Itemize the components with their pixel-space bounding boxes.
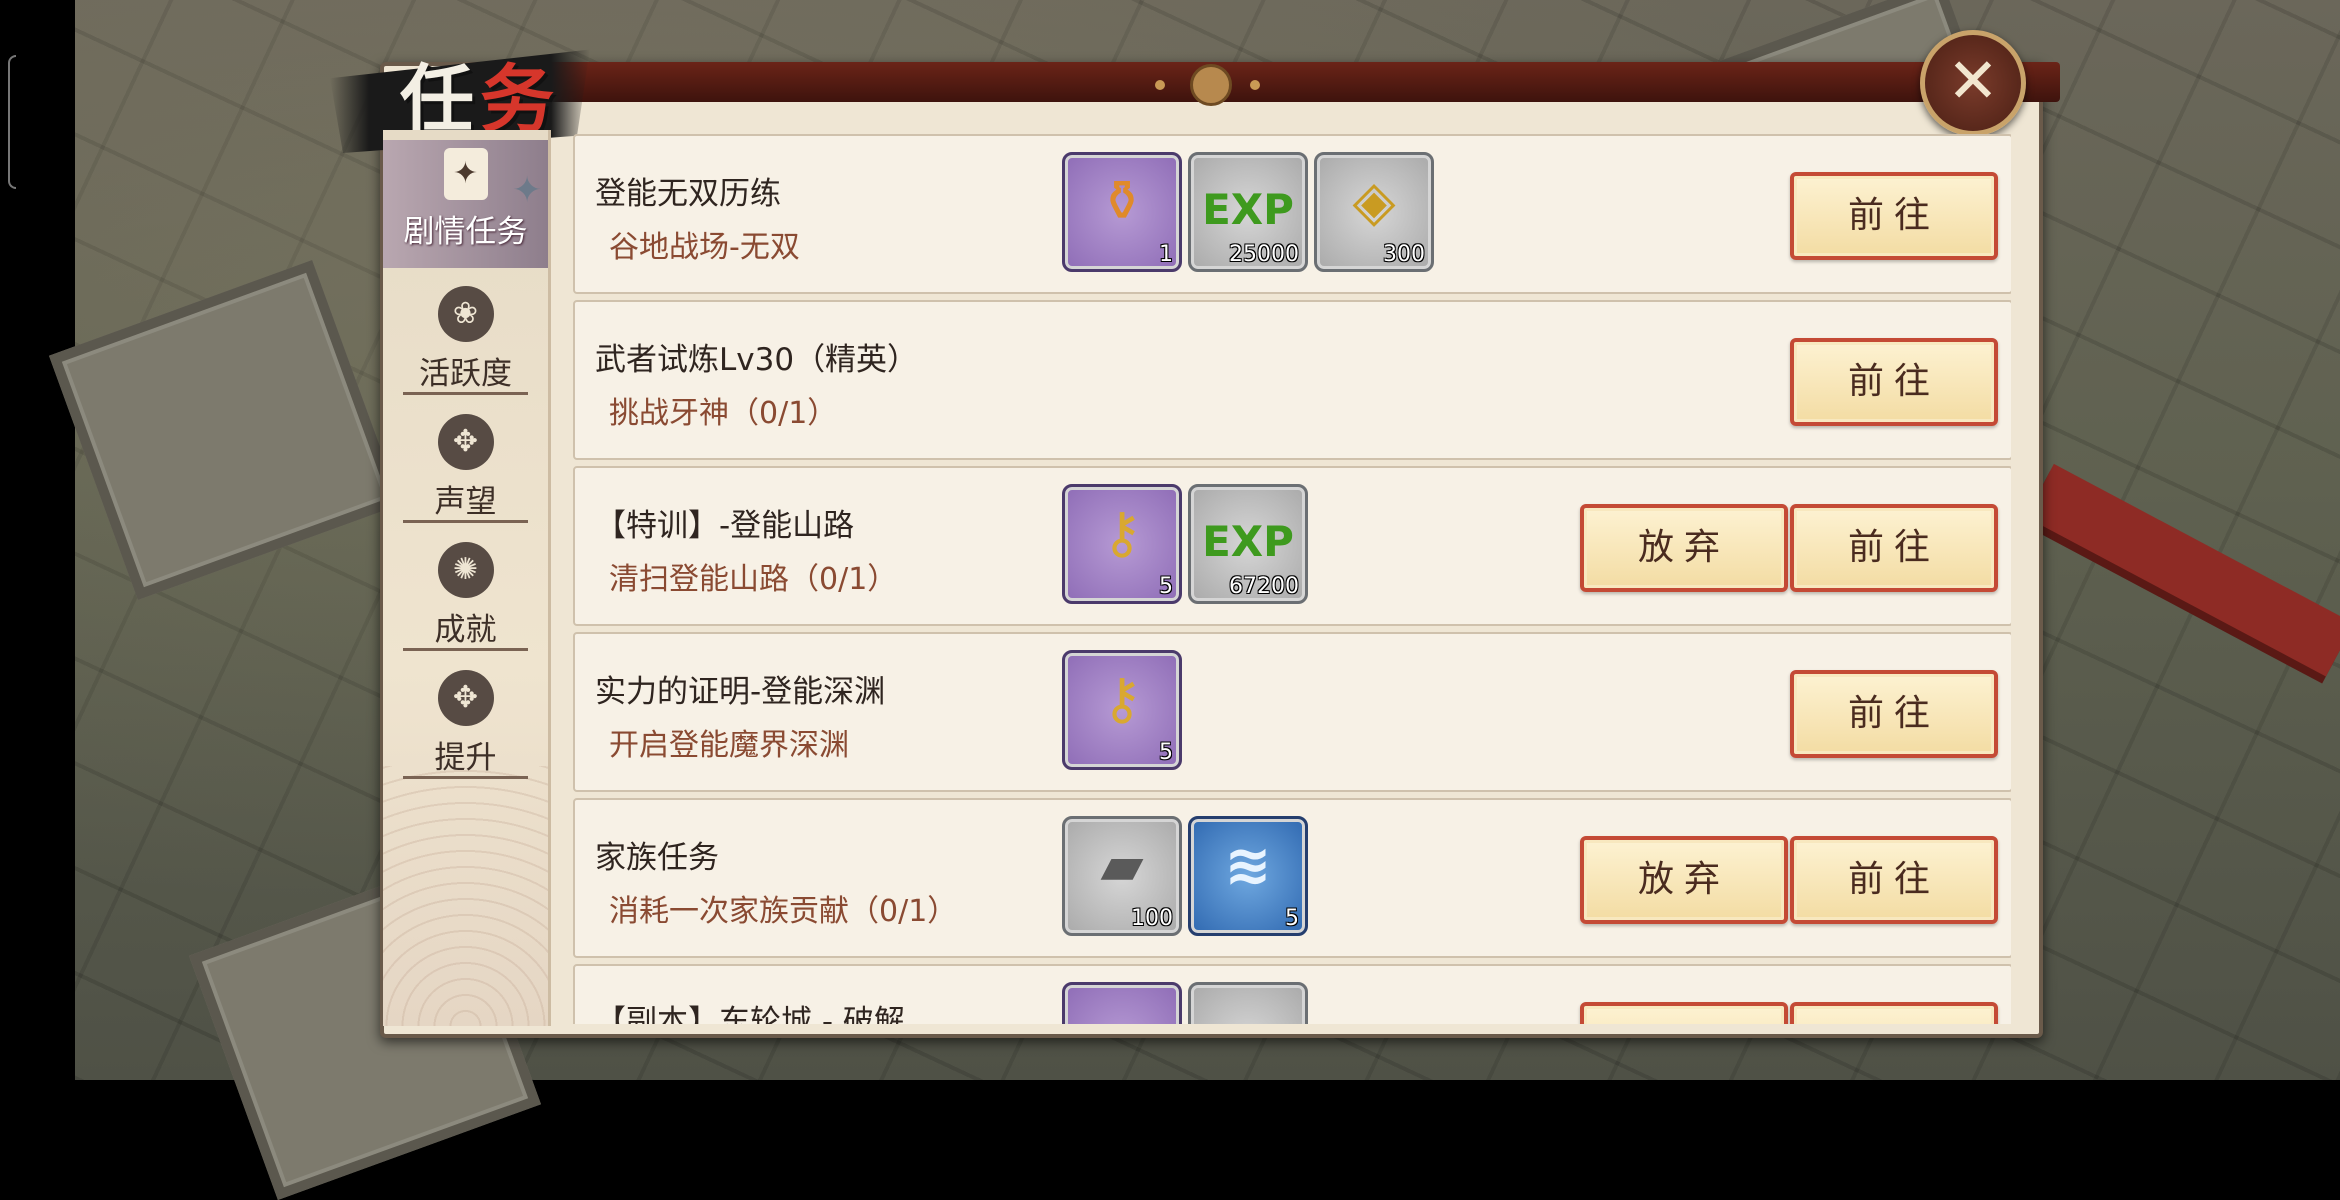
sidebar-item-reputation[interactable]: ✥ 声望: [383, 406, 548, 534]
go-button[interactable]: 前往: [1790, 504, 1998, 592]
task-list[interactable]: 登能无双历练 谷地战场-无双 ⚱ 1 EXP 25000 ◈ 300 前往 武者…: [573, 134, 2011, 1024]
key-icon: ⚷: [1101, 667, 1143, 732]
task-row: 【副本】东轮城 - 破解 放弃 前往: [573, 964, 2011, 1024]
task-title: 登能无双历练: [595, 176, 781, 212]
task-row: 【特训】-登能山路 清扫登能山路（0/1） ⚷ 5 EXP 67200 放弃 前…: [573, 466, 2011, 626]
sidebar-item-activity[interactable]: ❀ 活跃度: [383, 278, 548, 406]
close-icon: ✕: [1947, 44, 1999, 117]
go-button[interactable]: 前往: [1790, 338, 1998, 426]
close-button[interactable]: ✕: [1920, 30, 2026, 136]
go-button[interactable]: 前往: [1790, 670, 1998, 758]
gold-coin-icon: ◈: [1352, 169, 1396, 234]
reward-qty: 67200: [1229, 574, 1299, 599]
reward-exp[interactable]: EXP 67200: [1188, 484, 1308, 604]
shuriken-crest-icon: ✥: [437, 414, 494, 470]
shuriken-crest-icon: ✥: [437, 670, 494, 726]
divider: [403, 520, 528, 523]
reward-item[interactable]: [1062, 982, 1182, 1024]
sidebar-item-label: 成就: [434, 612, 497, 648]
go-button[interactable]: 前往: [1790, 1002, 1998, 1024]
task-title: 【特训】-登能山路: [595, 508, 855, 544]
task-row: 登能无双历练 谷地战场-无双 ⚱ 1 EXP 25000 ◈ 300 前往: [573, 134, 2011, 294]
reward-qty: 300: [1383, 242, 1425, 267]
go-button[interactable]: 前往: [1790, 836, 1998, 924]
abandon-button[interactable]: 放弃: [1580, 1002, 1788, 1024]
task-title: 家族任务: [595, 840, 719, 876]
sidebar-item-label: 活跃度: [419, 356, 512, 392]
task-subtitle: 消耗一次家族贡献（0/1）: [609, 894, 958, 929]
abandon-button[interactable]: 放弃: [1580, 504, 1788, 592]
stone-icon: ▰: [1100, 833, 1144, 898]
reward-qty: 5: [1285, 906, 1299, 931]
exp-icon: EXP: [1202, 517, 1294, 566]
reward-key[interactable]: ⚷ 5: [1062, 650, 1182, 770]
task-subtitle: 清扫登能山路（0/1）: [609, 562, 898, 597]
swirl-crest-icon: ✺: [437, 542, 494, 598]
reward-qty: 5: [1159, 740, 1173, 765]
ornament-dot: [1250, 80, 1260, 90]
wave-icon: ≋: [1224, 833, 1272, 898]
divider: [403, 776, 528, 779]
divider: [403, 392, 528, 395]
shuriken-marker-icon: ✦: [512, 170, 543, 211]
sidebar-item-achievement[interactable]: ✺ 成就: [383, 534, 548, 662]
reward-potion[interactable]: ⚱ 1: [1062, 152, 1182, 272]
sidebar-item-label: 提升: [434, 740, 497, 776]
potion-icon: ⚱: [1098, 169, 1146, 234]
wave-pattern: [383, 766, 548, 1026]
reward-qty: 25000: [1229, 242, 1299, 267]
reward-qty: 5: [1159, 574, 1173, 599]
task-subtitle: 挑战牙神（0/1）: [609, 396, 838, 431]
exp-icon: EXP: [1202, 185, 1294, 234]
task-title: 实力的证明-登能深渊: [595, 674, 886, 710]
reward-exp[interactable]: EXP 25000: [1188, 152, 1308, 272]
divider: [403, 648, 528, 651]
panel-top-bar: [540, 62, 2060, 102]
sidebar-item-upgrade[interactable]: ✥ 提升: [383, 662, 548, 790]
sidebar-item-label: 声望: [434, 484, 497, 520]
category-sidebar: ✦ 剧情任务 ❀ 活跃度 ✥ 声望 ✺ 成就 ✥ 提升: [383, 130, 551, 1026]
reward-key[interactable]: ⚷ 5: [1062, 484, 1182, 604]
task-subtitle: 谷地战场-无双: [609, 230, 800, 265]
task-row: 实力的证明-登能深渊 开启登能魔界深渊 ⚷ 5 前往: [573, 632, 2011, 792]
reward-qty: 1: [1159, 242, 1173, 267]
screen-edge-tab: [8, 55, 16, 189]
ornament-icon: [1190, 64, 1232, 106]
scroll-icon: ✦: [443, 148, 488, 200]
reward-gold[interactable]: ◈ 300: [1314, 152, 1434, 272]
task-row: 家族任务 消耗一次家族贡献（0/1） ▰ 100 ≋ 5 放弃 前往: [573, 798, 2011, 958]
stone-tile: [48, 259, 402, 601]
key-icon: ⚷: [1101, 501, 1143, 566]
task-title: 【副本】东轮城 - 破解: [595, 1004, 905, 1024]
task-subtitle: 开启登能魔界深渊: [609, 728, 849, 763]
reward-item[interactable]: [1188, 982, 1308, 1024]
ornament-dot: [1155, 80, 1165, 90]
abandon-button[interactable]: 放弃: [1580, 836, 1788, 924]
flower-icon: ❀: [437, 286, 494, 342]
reward-qty: 100: [1131, 906, 1173, 931]
reward-wave[interactable]: ≋ 5: [1188, 816, 1308, 936]
task-title: 武者试炼Lv30（精英）: [595, 342, 919, 378]
sidebar-item-label: 剧情任务: [403, 214, 528, 250]
go-button[interactable]: 前往: [1790, 172, 1998, 260]
red-beam: [2025, 463, 2340, 677]
reward-stone[interactable]: ▰ 100: [1062, 816, 1182, 936]
task-row: 武者试炼Lv30（精英） 挑战牙神（0/1） 前往: [573, 300, 2011, 460]
